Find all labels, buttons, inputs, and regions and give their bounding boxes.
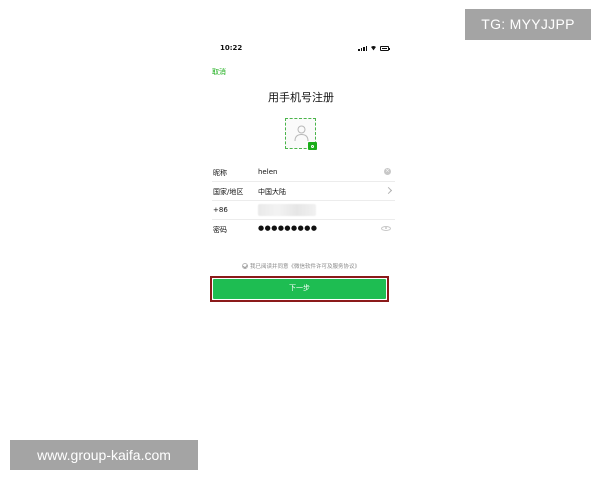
password-label: 密码: [213, 226, 227, 234]
person-placeholder-icon: [294, 125, 309, 142]
battery-icon: [380, 45, 390, 51]
status-icons: [358, 45, 390, 51]
clear-icon[interactable]: ×: [384, 168, 391, 175]
wifi-icon: [370, 46, 377, 51]
camera-icon: [308, 142, 317, 150]
eye-icon[interactable]: [381, 226, 391, 231]
nickname-input[interactable]: helen: [258, 168, 277, 176]
avatar-upload[interactable]: [285, 118, 317, 150]
page-title: 用手机号注册: [268, 91, 334, 104]
registration-form: 昵称 helen × 国家/地区 中国大陆 +86 密码 ●●●●●●●●●: [212, 163, 395, 239]
next-button-highlight: 下一步: [210, 276, 389, 302]
signal-icon: [358, 45, 367, 51]
phone-screen: 10:22 取消 用手机号注册 昵称 helen × 国家/地区 中国大陆 +8…: [205, 38, 397, 308]
checkbox-icon[interactable]: [241, 263, 248, 269]
region-label: 国家/地区: [213, 188, 244, 196]
region-value: 中国大陆: [258, 188, 286, 196]
agreement: 我已阅读并同意《微信软件许可及服务协议》: [205, 262, 397, 270]
watermark-top: TG: MYYJJPP: [465, 9, 591, 40]
chevron-right-icon: [384, 186, 393, 195]
status-time: 10:22: [220, 44, 243, 52]
nickname-label: 昵称: [213, 169, 227, 177]
next-button[interactable]: 下一步: [213, 279, 386, 299]
status-bar: 10:22: [205, 42, 397, 56]
password-row: 密码 ●●●●●●●●●: [212, 220, 395, 239]
agreement-text[interactable]: 我已阅读并同意《微信软件许可及服务协议》: [250, 262, 360, 270]
country-code: +86: [213, 206, 228, 214]
password-input[interactable]: ●●●●●●●●●: [258, 224, 317, 232]
watermark-bottom: www.group-kaifa.com: [10, 440, 198, 470]
nickname-row: 昵称 helen ×: [212, 163, 395, 182]
cancel-button[interactable]: 取消: [212, 67, 226, 77]
phone-input[interactable]: [258, 204, 316, 216]
region-row[interactable]: 国家/地区 中国大陆: [212, 182, 395, 201]
phone-row: +86: [212, 201, 395, 220]
